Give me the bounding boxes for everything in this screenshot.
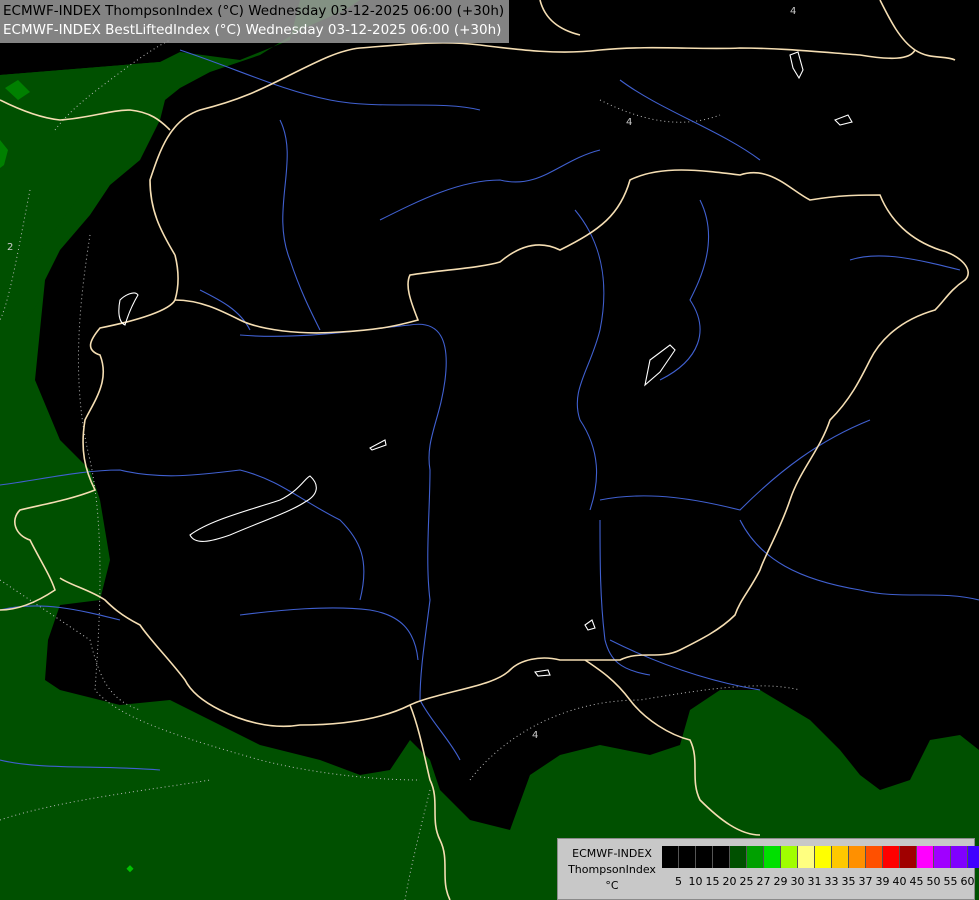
legend-tick: 30 <box>790 875 805 888</box>
legend-tick: 39 <box>875 875 890 888</box>
legend-swatch <box>951 846 968 868</box>
legend-tick: 35 <box>841 875 856 888</box>
legend-swatch <box>883 846 900 868</box>
contour-label: 4 <box>532 730 538 741</box>
legend-tick: 55 <box>943 875 958 888</box>
legend-tick: 31 <box>807 875 822 888</box>
legend-tick: 27 <box>756 875 771 888</box>
legend-swatch <box>832 846 849 868</box>
legend-tick: 20 <box>722 875 737 888</box>
legend-unit: °C <box>605 879 619 892</box>
legend-tick: 5 <box>675 875 682 888</box>
legend-swatch <box>849 846 866 868</box>
legend-tick: 15 <box>705 875 720 888</box>
legend-swatches <box>662 846 979 868</box>
legend-swatch <box>900 846 917 868</box>
legend-swatch <box>764 846 781 868</box>
legend-swatch <box>679 846 696 868</box>
legend-swatch <box>696 846 713 868</box>
legend-swatch <box>815 846 832 868</box>
legend-ticks: 5 10 15 20 25 27 29 30 31 33 35 37 39 40 45 50 55 60 <box>662 875 976 888</box>
legend-tick: 10 <box>688 875 703 888</box>
legend-swatch <box>798 846 815 868</box>
legend-swatch <box>866 846 883 868</box>
contour-label: 4 <box>626 117 632 128</box>
legend-parameter: ThompsonIndex <box>568 863 656 876</box>
legend-swatch <box>662 846 679 868</box>
legend-swatch <box>713 846 730 868</box>
legend-tick: 40 <box>892 875 907 888</box>
legend-tick: 45 <box>909 875 924 888</box>
legend-swatch <box>781 846 798 868</box>
weather-map: 2 4 4 4 <box>0 0 979 900</box>
legend-swatch <box>968 846 979 868</box>
color-legend: ECMWF-INDEX ThompsonIndex °C 5 10 15 20 25 27… <box>557 838 979 900</box>
legend-swatch <box>917 846 934 868</box>
legend-tick: 37 <box>858 875 873 888</box>
contour-label: 2 <box>7 242 13 253</box>
legend-swatch <box>730 846 747 868</box>
legend-tick: 29 <box>773 875 788 888</box>
legend-title: ECMWF-INDEX <box>572 847 652 860</box>
legend-tick: 33 <box>824 875 839 888</box>
legend-tick: 25 <box>739 875 754 888</box>
map-title-best-lifted-index: ECMWF-INDEX BestLiftedIndex (°C) Wednesd… <box>3 22 502 38</box>
contour-label: 4 <box>790 6 796 17</box>
legend-swatch <box>747 846 764 868</box>
map-title-box: ECMWF-INDEX ThompsonIndex (°C) Wednesday… <box>0 0 510 43</box>
legend-tick: 50 <box>926 875 941 888</box>
legend-tick: 60 <box>960 875 975 888</box>
legend-swatch <box>934 846 951 868</box>
map-title-thompson-index: ECMWF-INDEX ThompsonIndex (°C) Wednesday… <box>3 3 505 19</box>
